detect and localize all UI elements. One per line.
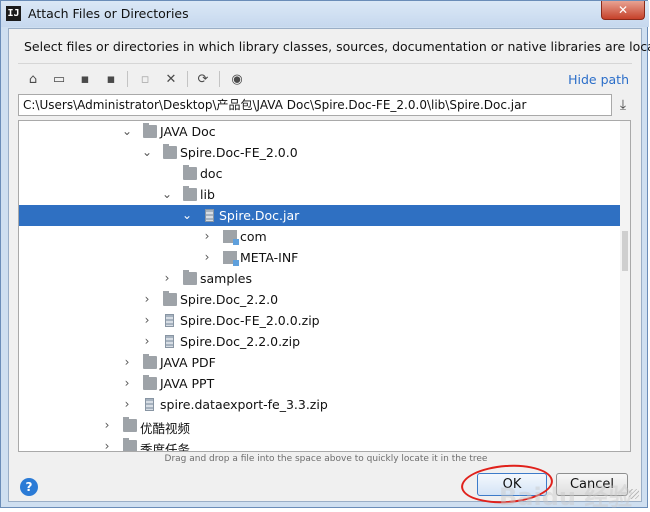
tree-row-label: JAVA Doc bbox=[160, 124, 216, 139]
folder-icon bbox=[183, 270, 197, 285]
help-icon[interactable]: ? bbox=[20, 478, 38, 496]
folder-icon bbox=[183, 186, 197, 201]
chevron-right-icon[interactable]: › bbox=[100, 415, 114, 436]
title-bar[interactable]: IJ Attach Files or Directories ✕ bbox=[1, 1, 649, 27]
tree-row-label: 优酷视频 bbox=[140, 421, 191, 436]
tree-row[interactable]: › JAVA PDF bbox=[19, 352, 621, 373]
tree-row[interactable]: › Spire.Doc_2.2.0 bbox=[19, 289, 621, 310]
new-folder-icon[interactable]: ▫ bbox=[135, 69, 155, 89]
baidu-watermark: Baidu 经验 bbox=[499, 483, 633, 511]
toolbar-separator bbox=[187, 71, 188, 87]
tree-row[interactable]: › spire.dataexport-fe_3.3.zip bbox=[19, 394, 621, 415]
download-icon[interactable]: ⤓ bbox=[614, 95, 632, 115]
tree-row-label: spire.dataexport-fe_3.3.zip bbox=[160, 397, 328, 412]
tree-row-label: lib bbox=[200, 187, 215, 202]
package-icon bbox=[223, 251, 239, 266]
tree-row[interactable]: › JAVA PPT bbox=[19, 373, 621, 394]
file-tree[interactable]: ⌄ JAVA Doc ⌄ Spire.Doc-FE_2.0.0 doc ⌄ li… bbox=[18, 120, 631, 452]
tree-row[interactable]: ⌄ Spire.Doc-FE_2.0.0 bbox=[19, 142, 621, 163]
chevron-right-icon[interactable]: › bbox=[200, 226, 214, 247]
show-hidden-icon[interactable]: ◉ bbox=[227, 69, 247, 89]
chevron-right-icon[interactable]: › bbox=[140, 310, 154, 331]
tree-row-label: samples bbox=[200, 271, 252, 286]
chevron-down-icon[interactable]: ⌄ bbox=[180, 205, 194, 226]
chevron-right-icon[interactable]: › bbox=[120, 352, 134, 373]
folder-icon bbox=[143, 354, 157, 369]
zip-file-icon bbox=[145, 398, 154, 411]
folder-icon bbox=[143, 123, 157, 138]
tree-row[interactable]: › Spire.Doc_2.2.0.zip bbox=[19, 331, 621, 352]
tree-row-label: doc bbox=[200, 166, 223, 181]
hide-path-link[interactable]: Hide path bbox=[568, 72, 629, 87]
folder-icon bbox=[123, 417, 137, 432]
tree-row[interactable]: doc bbox=[19, 163, 621, 184]
folder-icon bbox=[143, 375, 157, 390]
chevron-right-icon[interactable]: › bbox=[140, 289, 154, 310]
tree-row-label: JAVA PPT bbox=[160, 376, 215, 391]
scrollbar-thumb[interactable] bbox=[622, 231, 628, 271]
tree-row-label: 季度任务 bbox=[140, 442, 191, 452]
dialog-title: Attach Files or Directories bbox=[28, 6, 189, 21]
chevron-down-icon[interactable]: ⌄ bbox=[120, 121, 134, 142]
toolbar-separator bbox=[219, 71, 220, 87]
delete-icon[interactable]: ✕ bbox=[161, 69, 181, 89]
folder-icon bbox=[123, 438, 137, 451]
dialog-body: Select files or directories in which lib… bbox=[8, 28, 650, 511]
tree-row[interactable]: › com bbox=[19, 226, 621, 247]
tree-row[interactable]: ⌄ lib bbox=[19, 184, 621, 205]
home-icon[interactable]: ⌂ bbox=[23, 69, 43, 89]
tree-scrollbar[interactable] bbox=[620, 121, 630, 451]
tree-row-selected[interactable]: ⌄ Spire.Doc.jar bbox=[19, 205, 621, 226]
resize-grip[interactable] bbox=[629, 489, 639, 499]
chevron-right-icon[interactable]: › bbox=[120, 394, 134, 415]
chevron-right-icon[interactable]: › bbox=[120, 373, 134, 394]
tree-row-label: com bbox=[240, 229, 267, 244]
module-icon[interactable]: ▪ bbox=[101, 69, 121, 89]
zip-file-icon bbox=[165, 314, 174, 327]
chevron-down-icon[interactable]: ⌄ bbox=[160, 184, 174, 205]
drag-drop-hint: Drag and drop a file into the space abov… bbox=[164, 454, 488, 464]
tree-row-label: Spire.Doc-FE_2.0.0.zip bbox=[180, 313, 320, 328]
tree-row-label: Spire.Doc.jar bbox=[219, 208, 300, 223]
chevron-right-icon[interactable]: › bbox=[160, 268, 174, 289]
toolbar-divider bbox=[18, 63, 632, 64]
tree-row-label: Spire.Doc-FE_2.0.0 bbox=[180, 145, 298, 160]
tree-row-label: JAVA PDF bbox=[160, 355, 216, 370]
chevron-down-icon[interactable]: ⌄ bbox=[140, 142, 154, 163]
tree-row-label: Spire.Doc_2.2.0 bbox=[180, 292, 279, 307]
tree-row[interactable]: › samples bbox=[19, 268, 621, 289]
desktop-icon[interactable]: ▭ bbox=[49, 69, 69, 89]
folder-icon bbox=[183, 165, 197, 180]
tree-row-label: META-INF bbox=[240, 250, 299, 265]
zip-file-icon bbox=[165, 335, 174, 348]
tree-row[interactable]: › Spire.Doc-FE_2.0.0.zip bbox=[19, 310, 621, 331]
project-icon[interactable]: ▪ bbox=[75, 69, 95, 89]
folder-icon bbox=[163, 144, 177, 159]
chevron-right-icon[interactable]: › bbox=[200, 247, 214, 268]
close-button[interactable]: ✕ bbox=[601, 1, 645, 20]
toolbar-separator bbox=[127, 71, 128, 87]
path-field[interactable]: C:\Users\Administrator\Desktop\产品包\JAVA … bbox=[18, 94, 612, 116]
tree-row[interactable]: › 季度任务 bbox=[19, 436, 621, 452]
tree-row[interactable]: › META-INF bbox=[19, 247, 621, 268]
refresh-icon[interactable]: ⟳ bbox=[193, 69, 213, 89]
tree-row[interactable]: › 优酷视频 bbox=[19, 415, 621, 436]
dialog-description: Select files or directories in which lib… bbox=[24, 39, 650, 54]
tree-row[interactable]: ⌄ JAVA Doc bbox=[19, 121, 621, 142]
package-icon bbox=[223, 230, 239, 245]
attach-files-dialog: IJ Attach Files or Directories ✕ Select … bbox=[0, 0, 650, 511]
jar-file-icon bbox=[205, 209, 214, 222]
folder-icon bbox=[163, 291, 177, 306]
chevron-right-icon[interactable]: › bbox=[140, 331, 154, 352]
tree-row-label: Spire.Doc_2.2.0.zip bbox=[180, 334, 301, 349]
intellij-app-icon: IJ bbox=[6, 6, 21, 21]
chevron-right-icon[interactable]: › bbox=[100, 436, 114, 451]
